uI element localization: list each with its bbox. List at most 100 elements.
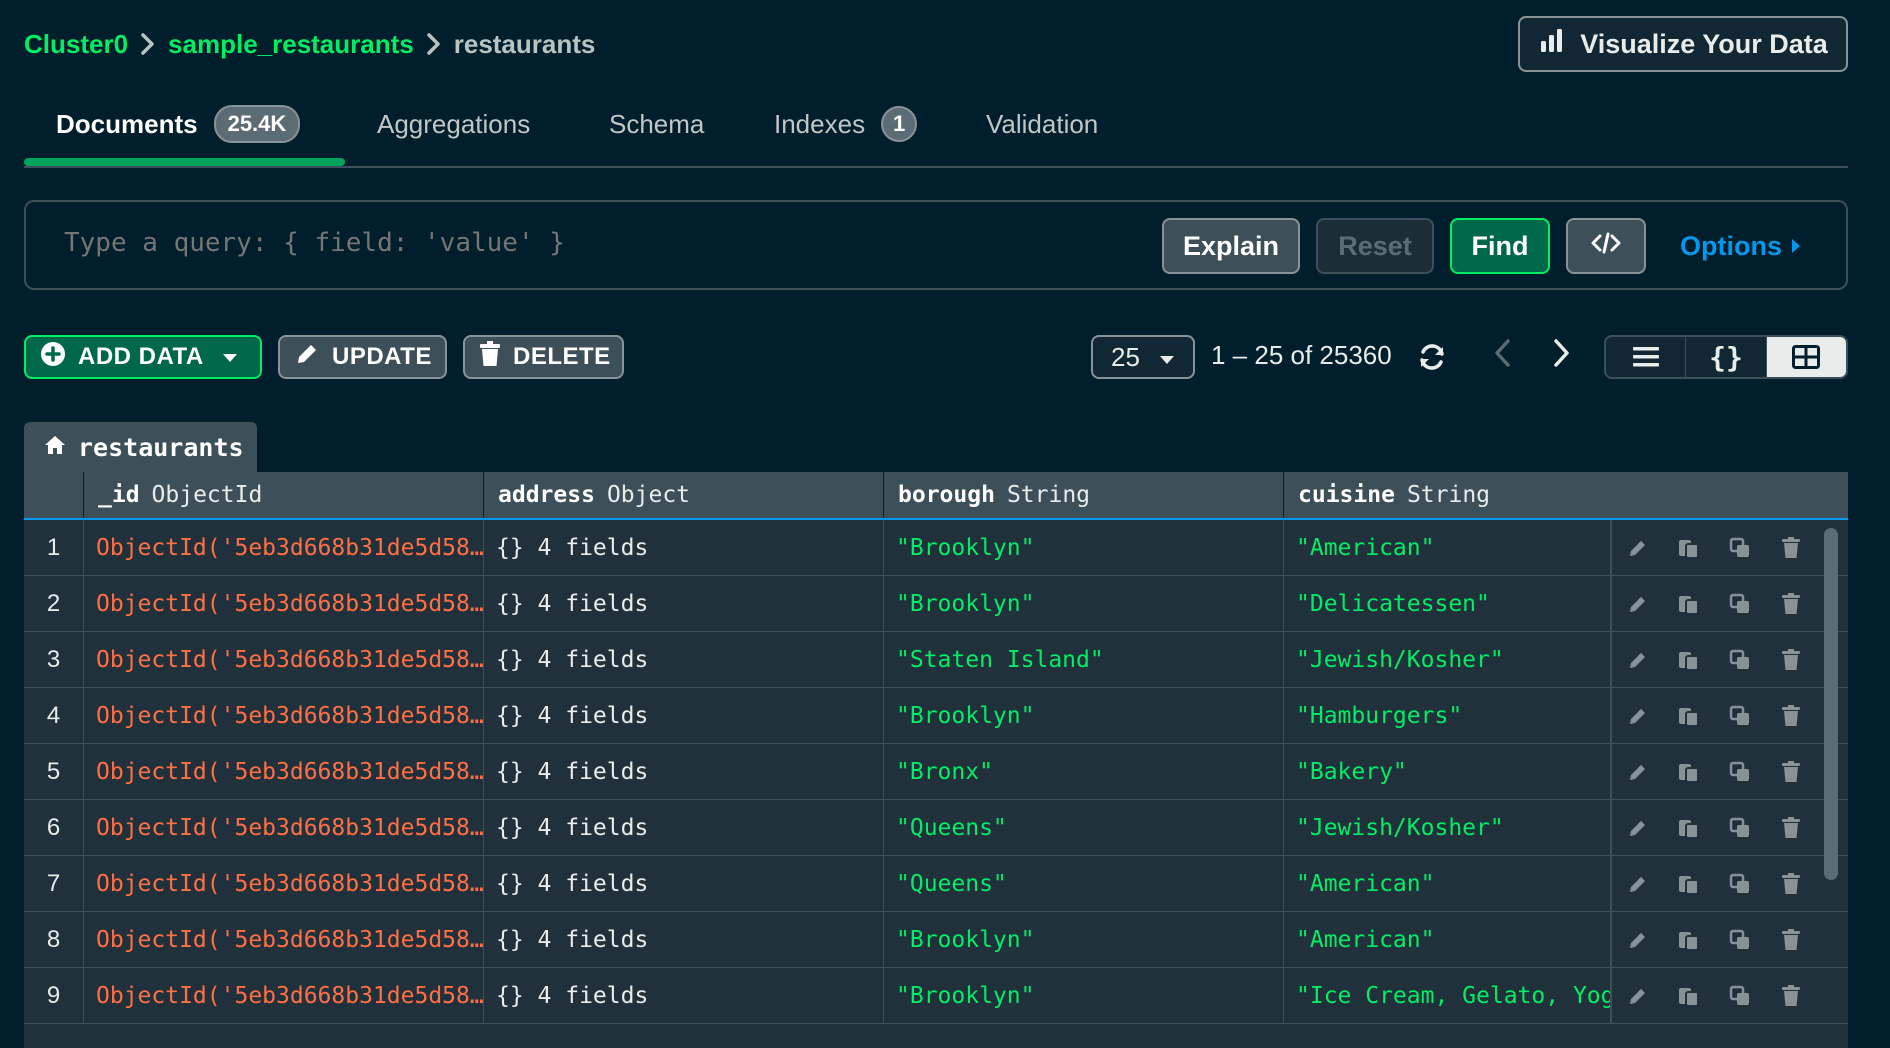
edit-icon[interactable] — [1624, 870, 1652, 898]
edit-icon[interactable] — [1624, 590, 1652, 618]
trash-icon[interactable] — [1777, 590, 1805, 618]
edit-icon[interactable] — [1624, 814, 1652, 842]
cell-address[interactable]: {} 4 fields — [484, 744, 884, 799]
cell-address[interactable]: {} 4 fields — [484, 632, 884, 687]
cell-address[interactable]: {} 4 fields — [484, 968, 884, 1023]
clone-icon[interactable] — [1726, 758, 1754, 786]
trash-icon[interactable] — [1777, 534, 1805, 562]
cell-cuisine[interactable]: "Bakery" — [1284, 744, 1610, 799]
breadcrumb-database[interactable]: sample_restaurants — [168, 29, 414, 60]
delete-button[interactable]: DELETE — [463, 335, 624, 379]
trash-icon[interactable] — [1777, 870, 1805, 898]
edit-icon[interactable] — [1624, 758, 1652, 786]
reset-button[interactable]: Reset — [1316, 218, 1434, 274]
page-size-select[interactable]: 25 — [1091, 335, 1195, 379]
edit-icon[interactable] — [1624, 982, 1652, 1010]
cell-cuisine[interactable]: "Jewish/Kosher" — [1284, 632, 1610, 687]
cell-cuisine[interactable]: "Hamburgers" — [1284, 688, 1610, 743]
table-row[interactable]: 4 ObjectId('5eb3d668b31de5d58…{} 4 fields… — [24, 688, 1848, 744]
cell-borough[interactable]: "Queens" — [884, 800, 1284, 855]
cell-id[interactable]: ObjectId('5eb3d668b31de5d58… — [84, 912, 484, 967]
cell-id[interactable]: ObjectId('5eb3d668b31de5d58… — [84, 576, 484, 631]
cell-borough[interactable]: "Brooklyn" — [884, 576, 1284, 631]
table-row[interactable]: 2 ObjectId('5eb3d668b31de5d58…{} 4 fields… — [24, 576, 1848, 632]
tab-validation[interactable]: Validation — [986, 100, 1098, 148]
cell-cuisine[interactable]: "American" — [1284, 912, 1610, 967]
clone-icon[interactable] — [1726, 534, 1754, 562]
add-data-button[interactable]: ADD DATA — [24, 335, 262, 379]
trash-icon[interactable] — [1777, 702, 1805, 730]
column-header-borough[interactable]: borough String — [884, 472, 1284, 518]
cell-address[interactable]: {} 4 fields — [484, 688, 884, 743]
table-row[interactable]: 6 ObjectId('5eb3d668b31de5d58…{} 4 fields… — [24, 800, 1848, 856]
cell-cuisine[interactable]: "American" — [1284, 520, 1610, 575]
trash-icon[interactable] — [1777, 982, 1805, 1010]
cell-borough[interactable]: "Staten Island" — [884, 632, 1284, 687]
trash-icon[interactable] — [1777, 814, 1805, 842]
table-row[interactable]: 1 ObjectId('5eb3d668b31de5d58…{} 4 fields… — [24, 520, 1848, 576]
clone-icon[interactable] — [1726, 982, 1754, 1010]
cell-borough[interactable]: "Brooklyn" — [884, 520, 1284, 575]
tab-documents[interactable]: Documents 25.4K — [56, 100, 301, 148]
cell-borough[interactable]: "Brooklyn" — [884, 688, 1284, 743]
cell-address[interactable]: {} 4 fields — [484, 912, 884, 967]
visualize-data-button[interactable]: Visualize Your Data — [1518, 16, 1848, 72]
edit-icon[interactable] — [1624, 702, 1652, 730]
column-header-id[interactable]: _id ObjectId — [84, 472, 484, 518]
copy-icon[interactable] — [1675, 590, 1703, 618]
trash-icon[interactable] — [1777, 926, 1805, 954]
chevron-left-icon[interactable] — [1486, 334, 1520, 372]
cell-id[interactable]: ObjectId('5eb3d668b31de5d58… — [84, 744, 484, 799]
table-view-icon[interactable] — [1766, 337, 1846, 377]
cell-id[interactable]: ObjectId('5eb3d668b31de5d58… — [84, 800, 484, 855]
edit-icon[interactable] — [1624, 646, 1652, 674]
copy-icon[interactable] — [1675, 926, 1703, 954]
clone-icon[interactable] — [1726, 870, 1754, 898]
cell-address[interactable]: {} 4 fields — [484, 576, 884, 631]
table-row[interactable]: 7 ObjectId('5eb3d668b31de5d58…{} 4 fields… — [24, 856, 1848, 912]
column-header-cuisine[interactable]: cuisine String — [1284, 472, 1848, 518]
table-row[interactable]: 9 ObjectId('5eb3d668b31de5d58…{} 4 fields… — [24, 968, 1848, 1024]
options-toggle[interactable]: Options — [1680, 218, 1802, 274]
cell-cuisine[interactable]: "Ice Cream, Gelato, Yogu — [1284, 968, 1610, 1023]
json-view-icon[interactable]: {} — [1686, 337, 1767, 377]
cell-address[interactable]: {} 4 fields — [484, 520, 884, 575]
copy-icon[interactable] — [1675, 870, 1703, 898]
list-view-icon[interactable] — [1606, 337, 1687, 377]
table-row[interactable]: 3 ObjectId('5eb3d668b31de5d58…{} 4 fields… — [24, 632, 1848, 688]
cell-address[interactable]: {} 4 fields — [484, 856, 884, 911]
collection-breadcrumb-tab[interactable]: restaurants — [24, 422, 257, 472]
cell-cuisine[interactable]: "Jewish/Kosher" — [1284, 800, 1610, 855]
export-code-button[interactable] — [1566, 218, 1646, 274]
trash-icon[interactable] — [1777, 646, 1805, 674]
edit-icon[interactable] — [1624, 926, 1652, 954]
trash-icon[interactable] — [1777, 758, 1805, 786]
copy-icon[interactable] — [1675, 702, 1703, 730]
tab-indexes[interactable]: Indexes 1 — [774, 100, 918, 148]
breadcrumb-cluster[interactable]: Cluster0 — [24, 29, 128, 60]
cell-id[interactable]: ObjectId('5eb3d668b31de5d58… — [84, 632, 484, 687]
clone-icon[interactable] — [1726, 590, 1754, 618]
clone-icon[interactable] — [1726, 702, 1754, 730]
tab-schema[interactable]: Schema — [609, 100, 704, 148]
update-button[interactable]: UPDATE — [278, 335, 447, 379]
clone-icon[interactable] — [1726, 814, 1754, 842]
copy-icon[interactable] — [1675, 534, 1703, 562]
cell-id[interactable]: ObjectId('5eb3d668b31de5d58… — [84, 968, 484, 1023]
cell-id[interactable]: ObjectId('5eb3d668b31de5d58… — [84, 856, 484, 911]
tab-aggregations[interactable]: Aggregations — [377, 100, 530, 148]
explain-button[interactable]: Explain — [1162, 218, 1300, 274]
cell-borough[interactable]: "Brooklyn" — [884, 968, 1284, 1023]
copy-icon[interactable] — [1675, 814, 1703, 842]
clone-icon[interactable] — [1726, 926, 1754, 954]
cell-borough[interactable]: "Brooklyn" — [884, 912, 1284, 967]
cell-borough[interactable]: "Queens" — [884, 856, 1284, 911]
copy-icon[interactable] — [1675, 646, 1703, 674]
table-scrollbar[interactable] — [1824, 528, 1838, 880]
edit-icon[interactable] — [1624, 534, 1652, 562]
cell-borough[interactable]: "Bronx" — [884, 744, 1284, 799]
table-row[interactable]: 8 ObjectId('5eb3d668b31de5d58…{} 4 fields… — [24, 912, 1848, 968]
table-row[interactable]: 5 ObjectId('5eb3d668b31de5d58…{} 4 fields… — [24, 744, 1848, 800]
cell-id[interactable]: ObjectId('5eb3d668b31de5d58… — [84, 688, 484, 743]
refresh-icon[interactable] — [1414, 338, 1450, 376]
